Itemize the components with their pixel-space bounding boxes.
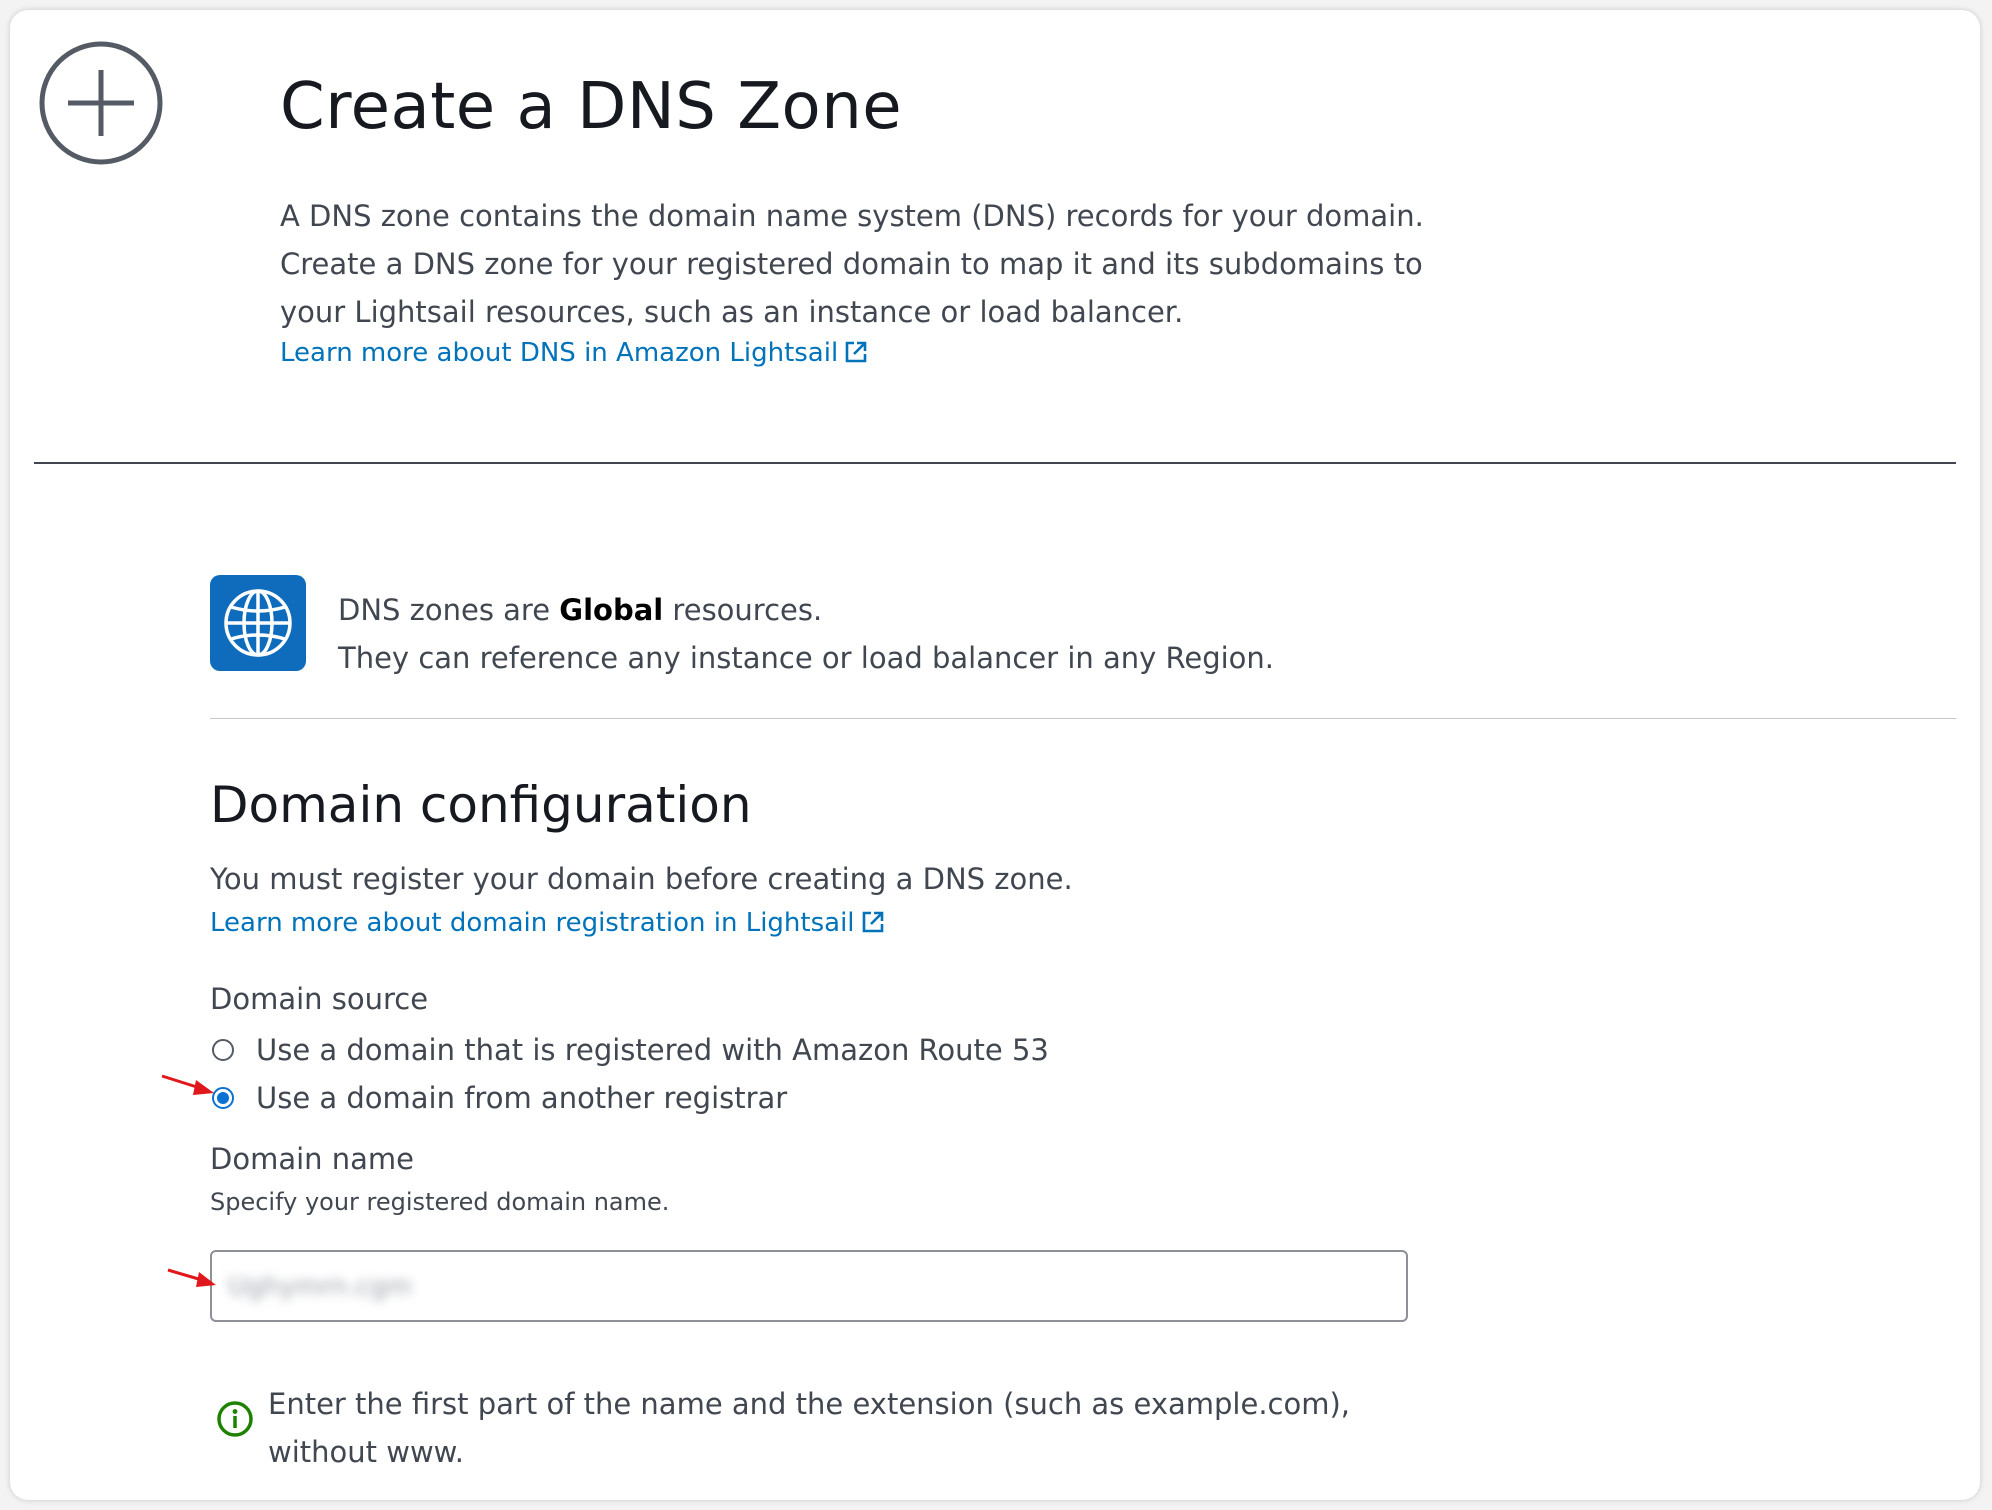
learn-more-dns-label: Learn more about DNS in Amazon Lightsail: [280, 338, 839, 368]
domain-name-label: Domain name: [210, 1142, 414, 1176]
radio-another-registrar[interactable]: Use a domain from another registrar: [212, 1078, 787, 1118]
global-notice-bold: Global: [559, 593, 664, 627]
radio-route53[interactable]: Use a domain that is registered with Ama…: [212, 1030, 1049, 1070]
global-notice-prefix: DNS zones are: [338, 593, 560, 627]
globe-icon: [224, 589, 292, 657]
info-circle-icon: [217, 1401, 253, 1437]
intro-line: Create a DNS zone for your registered do…: [280, 247, 1423, 281]
radio-label: Use a domain from another registrar: [256, 1081, 788, 1115]
intro-text: A DNS zone contains the domain name syst…: [280, 192, 1424, 336]
global-notice-line2: They can reference any instance or load …: [338, 641, 1275, 675]
create-dns-zone-panel: Create a DNS Zone A DNS zone contains th…: [10, 10, 1980, 1500]
section-title: Domain configuration: [210, 776, 752, 834]
external-link-icon: [862, 911, 883, 933]
domain-name-input[interactable]: [210, 1250, 1408, 1322]
red-arrow-icon: [167, 1268, 216, 1287]
domain-name-hint: Specify your registered domain name.: [210, 1188, 670, 1216]
red-arrow-icon: [161, 1074, 214, 1095]
radio-button[interactable]: [212, 1039, 234, 1061]
globe-tile: [210, 575, 306, 671]
domain-source-label: Domain source: [210, 982, 429, 1016]
external-link-icon: [845, 341, 867, 363]
must-register-text: You must register your domain before cre…: [210, 862, 1073, 896]
section-divider: [210, 718, 1956, 719]
info-line: without www.: [268, 1435, 464, 1469]
global-notice: DNS zones are Global resources. They can…: [338, 586, 1274, 682]
intro-line: A DNS zone contains the domain name syst…: [280, 199, 1424, 233]
page-title: Create a DNS Zone: [280, 70, 903, 144]
learn-more-registration-link[interactable]: Learn more about domain registration in …: [210, 908, 885, 938]
info-line: Enter the first part of the name and the…: [268, 1387, 1351, 1421]
domain-format-info: Enter the first part of the name and the…: [268, 1380, 1350, 1476]
radio-label: Use a domain that is registered with Ama…: [256, 1033, 1049, 1067]
learn-more-dns-link[interactable]: Learn more about DNS in Amazon Lightsail: [280, 338, 868, 368]
intro-line: your Lightsail resources, such as an ins…: [280, 295, 1184, 329]
learn-more-registration-label: Learn more about domain registration in …: [210, 908, 855, 938]
global-notice-suffix: resources.: [663, 593, 823, 627]
header-divider: [34, 462, 1956, 464]
plus-circle-icon: [39, 41, 163, 165]
